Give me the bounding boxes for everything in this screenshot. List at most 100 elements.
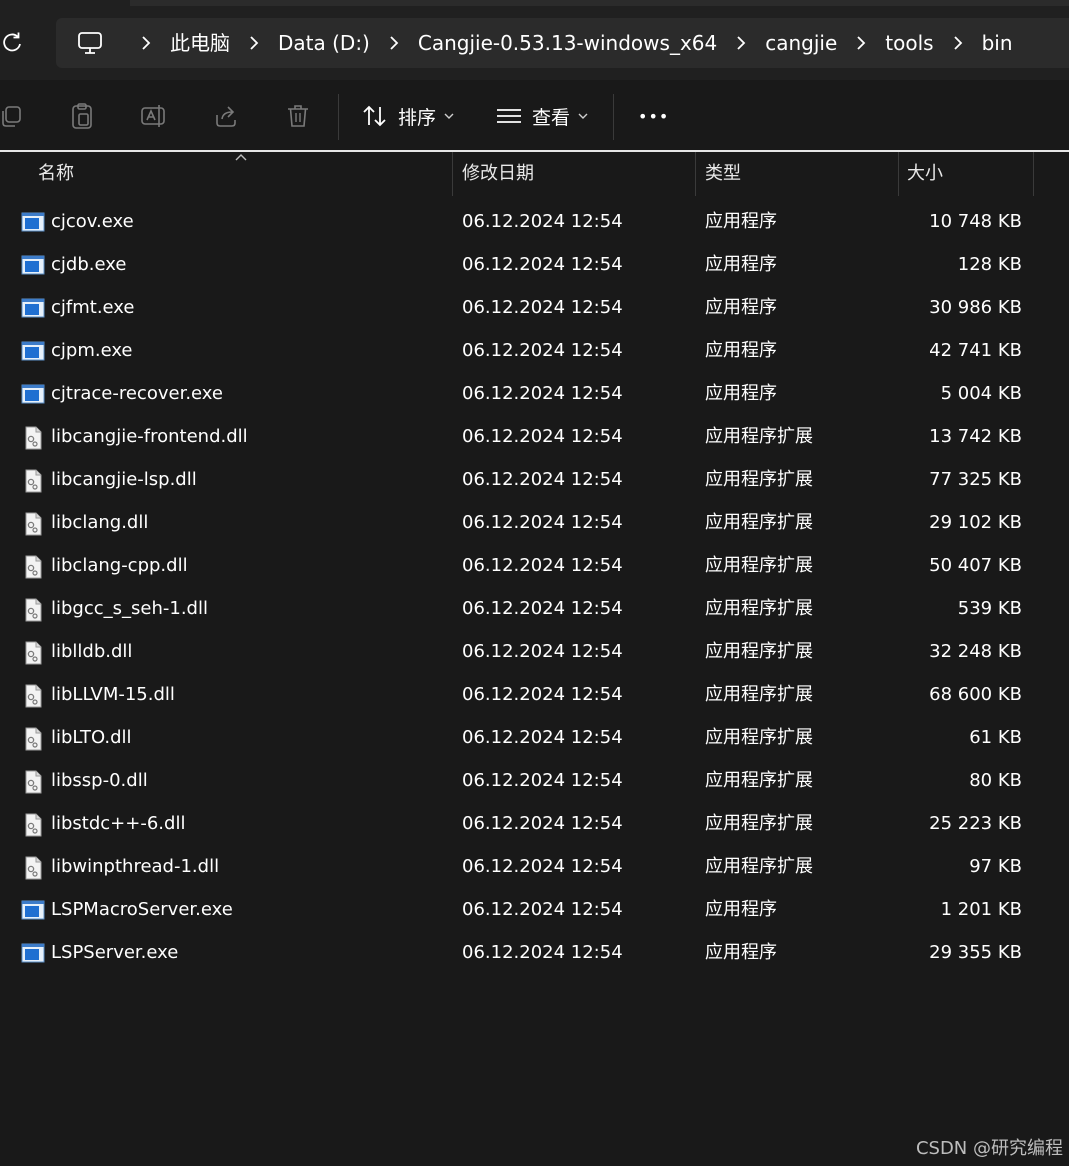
file-modified: 06.12.2024 12:54 [462,641,623,662]
column-header-name[interactable]: 名称 [38,152,74,198]
file-row[interactable]: libcangjie-lsp.dll 06.12.2024 12:54 应用程序… [0,458,1069,501]
chevron-down-icon [444,113,454,119]
file-type: 应用程序扩展 [705,813,813,834]
file-row[interactable]: libclang-cpp.dll 06.12.2024 12:54 应用程序扩展… [0,544,1069,587]
rename-button[interactable] [139,100,169,132]
file-row[interactable]: libgcc_s_seh-1.dll 06.12.2024 12:54 应用程序… [0,587,1069,630]
share-button[interactable] [211,100,241,132]
file-row[interactable]: cjcov.exe 06.12.2024 12:54 应用程序 10 748 K… [0,200,1069,243]
file-modified: 06.12.2024 12:54 [462,254,623,275]
file-row[interactable]: LSPMacroServer.exe 06.12.2024 12:54 应用程序… [0,888,1069,931]
file-row[interactable]: libstdc++-6.dll 06.12.2024 12:54 应用程序扩展 … [0,802,1069,845]
chevron-right-icon[interactable] [948,35,968,51]
file-row[interactable]: libclang.dll 06.12.2024 12:54 应用程序扩展 29 … [0,501,1069,544]
file-size: 68 600 KB [929,684,1022,705]
file-type: 应用程序扩展 [705,856,813,877]
copy-button[interactable] [0,100,26,132]
column-header-size[interactable]: 大小 [907,152,943,198]
refresh-button[interactable] [0,28,26,58]
file-row[interactable]: liblldb.dll 06.12.2024 12:54 应用程序扩展 32 2… [0,630,1069,673]
file-type: 应用程序 [705,340,777,361]
file-size: 30 986 KB [929,297,1022,318]
file-name: libclang-cpp.dll [51,555,188,576]
file-size: 29 355 KB [929,942,1022,963]
file-name: libclang.dll [51,512,149,533]
more-icon: ••• [638,106,670,126]
breadcrumb-cangjie-package[interactable]: Cangjie-0.53.13-windows_x64 [414,18,721,68]
sort-menu-button[interactable]: 排序 [362,98,454,134]
chevron-right-icon[interactable] [851,35,871,51]
dll-icon [21,727,45,751]
file-type: 应用程序扩展 [705,727,813,748]
file-name: LSPServer.exe [51,942,179,963]
share-icon [216,106,236,127]
file-row[interactable]: LSPServer.exe 06.12.2024 12:54 应用程序 29 3… [0,931,1069,974]
breadcrumb-bin[interactable]: bin [978,18,1017,68]
column-header-modified[interactable]: 修改日期 [462,152,534,198]
view-menu-button[interactable]: 查看 [496,98,588,134]
exe-icon [21,383,45,405]
rename-icon [141,105,165,127]
dll-icon [21,598,45,622]
file-type: 应用程序扩展 [705,598,813,619]
navigation-bar: 此电脑 Data (D:) Cangjie-0.53.13-windows_x6… [0,8,1069,80]
more-options-button[interactable]: ••• [638,98,669,134]
file-size: 77 325 KB [929,469,1022,490]
chevron-right-icon[interactable] [136,35,156,51]
file-type: 应用程序 [705,254,777,275]
file-explorer-window: 此电脑 Data (D:) Cangjie-0.53.13-windows_x6… [0,0,1069,1166]
column-header-type[interactable]: 类型 [705,152,741,198]
file-row[interactable]: libLLVM-15.dll 06.12.2024 12:54 应用程序扩展 6… [0,673,1069,716]
file-modified: 06.12.2024 12:54 [462,211,623,232]
file-type: 应用程序扩展 [705,641,813,662]
file-name: cjcov.exe [51,211,134,232]
view-label: 查看 [532,106,571,129]
file-size: 42 741 KB [929,340,1022,361]
dll-icon [21,684,45,708]
file-size: 29 102 KB [929,512,1022,533]
file-row[interactable]: libssp-0.dll 06.12.2024 12:54 应用程序扩展 80 … [0,759,1069,802]
file-size: 97 KB [969,856,1022,877]
file-type: 应用程序 [705,899,777,920]
file-name: libLLVM-15.dll [51,684,175,705]
file-row[interactable]: cjfmt.exe 06.12.2024 12:54 应用程序 30 986 K… [0,286,1069,329]
sort-ascending-icon [235,154,247,161]
file-row[interactable]: cjdb.exe 06.12.2024 12:54 应用程序 128 KB [0,243,1069,286]
file-type: 应用程序扩展 [705,684,813,705]
paste-button[interactable] [67,100,97,132]
breadcrumb-cangjie[interactable]: cangjie [761,18,841,68]
file-name: LSPMacroServer.exe [51,899,233,920]
chevron-right-icon[interactable] [244,35,264,51]
refresh-icon [3,32,21,52]
file-row[interactable]: libwinpthread-1.dll 06.12.2024 12:54 应用程… [0,845,1069,888]
file-name: libcangjie-lsp.dll [51,469,197,490]
trash-icon [288,105,308,127]
chevron-down-icon [578,113,588,119]
toolbar-divider [338,94,339,140]
chevron-right-icon[interactable] [384,35,404,51]
file-modified: 06.12.2024 12:54 [462,469,623,490]
column-resize-handle[interactable] [1033,152,1034,196]
file-size: 10 748 KB [929,211,1022,232]
file-name: liblldb.dll [51,641,133,662]
file-name: libssp-0.dll [51,770,148,791]
chevron-right-icon[interactable] [731,35,751,51]
column-resize-handle[interactable] [452,152,453,196]
file-row[interactable]: cjtrace-recover.exe 06.12.2024 12:54 应用程… [0,372,1069,415]
sort-icon [363,105,386,127]
this-pc-icon[interactable] [76,29,104,57]
file-size: 32 248 KB [929,641,1022,662]
column-resize-handle[interactable] [695,152,696,196]
file-row[interactable]: libcangjie-frontend.dll 06.12.2024 12:54… [0,415,1069,458]
file-type: 应用程序扩展 [705,512,813,533]
file-size: 128 KB [957,254,1022,275]
column-resize-handle[interactable] [898,152,899,196]
delete-button[interactable] [283,100,313,132]
breadcrumb-this-pc[interactable]: 此电脑 [166,18,234,68]
dll-icon [21,469,45,493]
file-row[interactable]: libLTO.dll 06.12.2024 12:54 应用程序扩展 61 KB [0,716,1069,759]
file-row[interactable]: cjpm.exe 06.12.2024 12:54 应用程序 42 741 KB [0,329,1069,372]
breadcrumb-tools[interactable]: tools [881,18,937,68]
address-bar[interactable]: 此电脑 Data (D:) Cangjie-0.53.13-windows_x6… [56,18,1069,68]
breadcrumb-data-drive[interactable]: Data (D:) [274,18,374,68]
